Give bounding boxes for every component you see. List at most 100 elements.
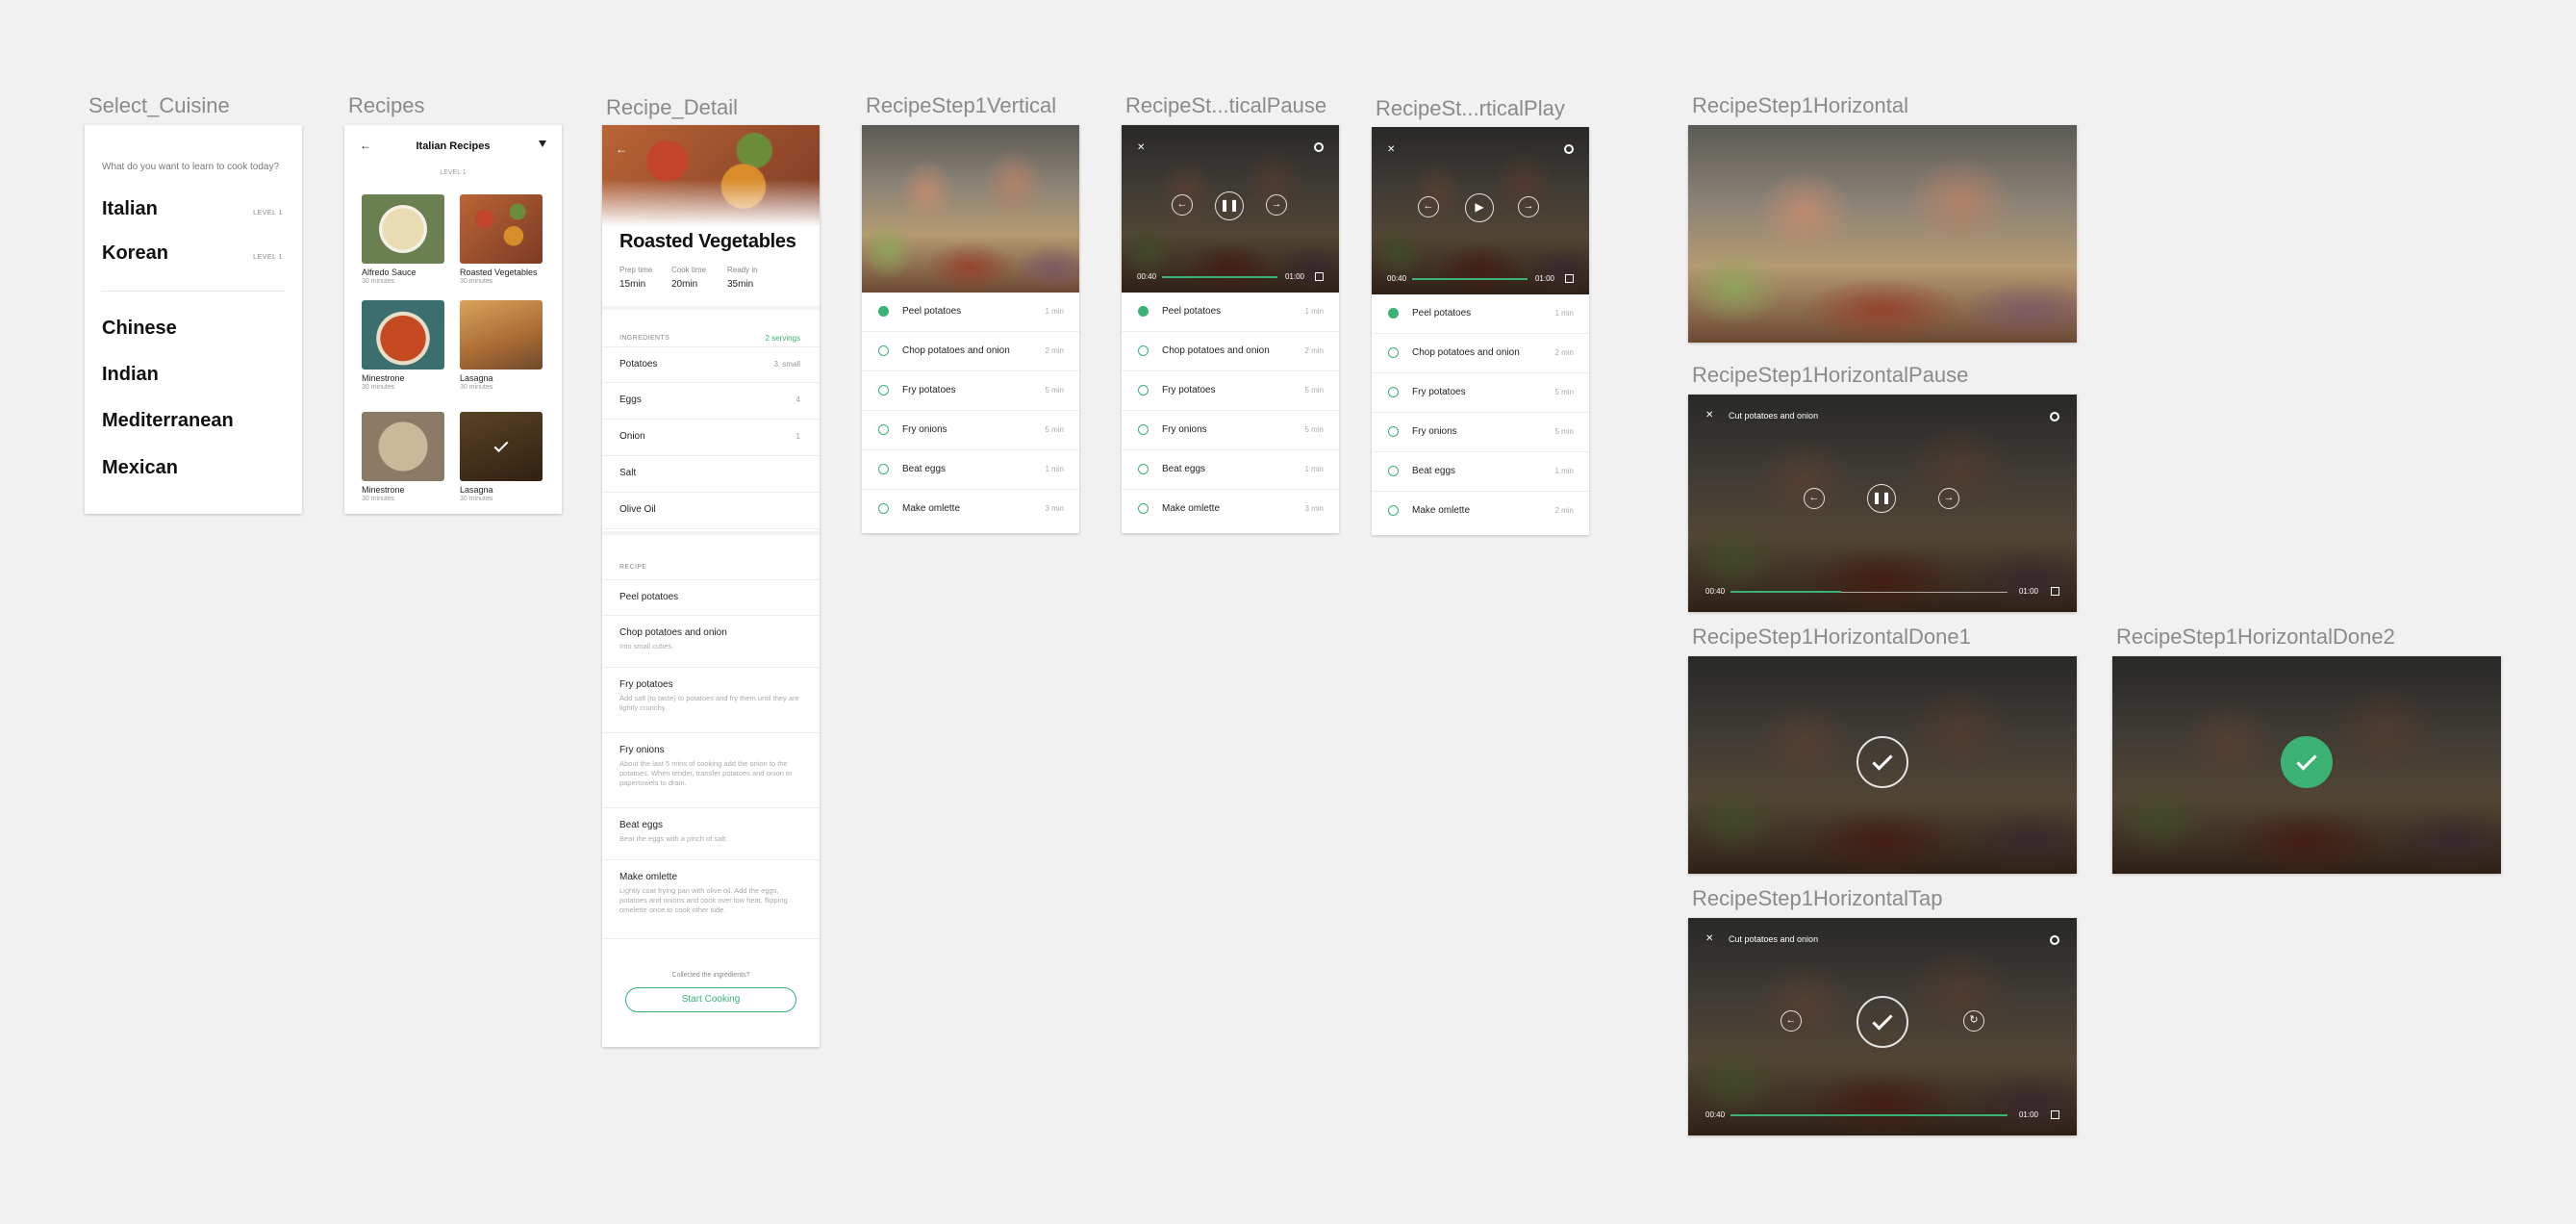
artboard-label: RecipeStep1Horizontal bbox=[1692, 93, 1909, 117]
cuisine-korean[interactable]: Korean bbox=[102, 242, 168, 265]
complete-step-button[interactable] bbox=[1856, 996, 1908, 1048]
step-time: 3 min bbox=[1045, 504, 1064, 513]
step-horizontal-done1-screen bbox=[1688, 656, 2077, 874]
step-row[interactable]: Beat eggs 1 min bbox=[1122, 450, 1339, 490]
artboard-step-horizontal-done2: RecipeStep1HorizontalDone2 bbox=[2112, 625, 2501, 874]
step-name: Chop potatoes and onion bbox=[1162, 345, 1270, 356]
step-description: About the last 5 mins of cooking add the… bbox=[619, 759, 793, 787]
fullscreen-icon[interactable] bbox=[1315, 272, 1324, 281]
video-frame[interactable] bbox=[862, 125, 1079, 293]
step-row[interactable]: Peel potatoes 1 min bbox=[1122, 293, 1339, 332]
start-cooking-button[interactable]: Start Cooking bbox=[625, 987, 796, 1012]
artboard-label: RecipeStep1HorizontalDone1 bbox=[1692, 625, 1971, 649]
step-row[interactable]: Fry potatoes 5 min bbox=[1372, 373, 1589, 413]
pause-icon[interactable]: ❚❚ bbox=[1867, 484, 1896, 513]
total-time: 01:00 bbox=[1534, 274, 1554, 283]
step-row[interactable]: Peel potatoes 1 min bbox=[1372, 294, 1589, 334]
artboard-step-horizontal-pause: RecipeStep1HorizontalPause ✕ Cut potatoe… bbox=[1688, 363, 2077, 612]
fullscreen-icon[interactable] bbox=[2051, 587, 2059, 596]
recipe-card[interactable]: Lasagna 30 minutes bbox=[460, 300, 543, 391]
complete-step-button[interactable] bbox=[1856, 736, 1908, 788]
close-icon[interactable]: ✕ bbox=[1705, 933, 1713, 944]
close-icon[interactable]: ✕ bbox=[1705, 410, 1713, 421]
step-row[interactable]: Beat eggs 1 min bbox=[1372, 452, 1589, 492]
step-row[interactable]: Make omlette 3 min bbox=[1122, 490, 1339, 529]
step-row[interactable]: Fry onions 5 min bbox=[1122, 411, 1339, 450]
step-row[interactable]: Peel potatoes 1 min bbox=[862, 293, 1079, 332]
recipe-step: Peel potatoes bbox=[602, 579, 820, 616]
step-row[interactable]: Fry onions 5 min bbox=[862, 411, 1079, 450]
step-row[interactable]: Chop potatoes and onion 2 min bbox=[1122, 332, 1339, 371]
arrow-right-icon[interactable]: → bbox=[1938, 488, 1959, 509]
gear-icon[interactable] bbox=[2050, 935, 2059, 945]
replay-icon[interactable]: ↻ bbox=[1963, 1010, 1984, 1032]
cuisine-mexican[interactable]: Mexican bbox=[102, 457, 178, 479]
step-name: Fry onions bbox=[1162, 424, 1207, 435]
step-row[interactable]: Chop potatoes and onion 2 min bbox=[862, 332, 1079, 371]
total-time: 01:00 bbox=[2018, 587, 2038, 596]
recipe-image bbox=[362, 412, 444, 481]
step-complete-badge bbox=[2281, 736, 2333, 788]
step-name: Fry onions bbox=[1412, 426, 1457, 437]
step-status-icon bbox=[878, 385, 889, 395]
arrow-right-icon[interactable]: → bbox=[1266, 194, 1287, 216]
elapsed-time: 00:40 bbox=[1705, 1110, 1726, 1119]
step-row[interactable]: Make omlette 2 min bbox=[1372, 492, 1589, 531]
arrow-left-icon[interactable]: ← bbox=[1172, 194, 1193, 216]
step-description: Add salt (to taste) to potatoes and fry … bbox=[619, 694, 799, 712]
close-icon[interactable]: ✕ bbox=[1137, 142, 1145, 153]
step-status-icon bbox=[1388, 387, 1399, 397]
back-arrow-icon[interactable]: ← bbox=[616, 142, 627, 156]
step-row[interactable]: Beat eggs 1 min bbox=[862, 450, 1079, 490]
fullscreen-icon[interactable] bbox=[2051, 1110, 2059, 1119]
recipe-card[interactable]: Minestrone 30 minutes bbox=[362, 300, 444, 391]
servings-selector[interactable]: 2 servings bbox=[766, 334, 800, 343]
arrow-left-icon[interactable]: ← bbox=[1780, 1010, 1802, 1032]
gear-icon[interactable] bbox=[2050, 412, 2059, 421]
cuisine-chinese[interactable]: Chinese bbox=[102, 318, 177, 340]
elapsed-time: 00:40 bbox=[1137, 272, 1157, 281]
step-row[interactable]: Fry onions 5 min bbox=[1372, 413, 1589, 452]
step-row[interactable]: Fry potatoes 5 min bbox=[1122, 371, 1339, 411]
arrow-left-icon[interactable]: ← bbox=[1804, 488, 1825, 509]
ready-in-value: 35min bbox=[727, 279, 754, 290]
ingredient-qty: 4 bbox=[796, 395, 800, 404]
recipe-card[interactable]: Roasted Vegetables 30 minutes bbox=[460, 194, 543, 285]
prep-time-value: 15min bbox=[619, 279, 646, 290]
arrow-left-icon[interactable]: ← bbox=[1418, 196, 1439, 217]
step-status-icon bbox=[1388, 308, 1399, 319]
cuisine-mediterranean[interactable]: Mediterranean bbox=[102, 410, 234, 432]
artboard-step-horizontal: RecipeStep1Horizontal bbox=[1688, 93, 2077, 343]
video-frame[interactable] bbox=[1688, 125, 2077, 343]
pause-icon[interactable]: ❚❚ bbox=[1215, 191, 1244, 220]
step-row[interactable]: Chop potatoes and onion 2 min bbox=[1372, 334, 1589, 373]
level-badge: LEVEL 1 bbox=[253, 210, 283, 217]
step-row[interactable]: Fry potatoes 5 min bbox=[862, 371, 1079, 411]
recipes-level: LEVEL 1 bbox=[440, 169, 467, 176]
step-time: 5 min bbox=[1554, 427, 1574, 436]
recipe-detail-screen: ← Roasted Vegetables Prep time 15min Coo… bbox=[602, 125, 820, 1047]
gear-icon[interactable] bbox=[1314, 142, 1324, 152]
recipe-card[interactable]: Lasagna 30 minutes bbox=[460, 412, 543, 502]
play-icon[interactable]: ▶ bbox=[1465, 193, 1494, 222]
recipe-card[interactable]: Alfredo Sauce 30 minutes bbox=[362, 194, 444, 285]
arrow-right-icon[interactable]: → bbox=[1518, 196, 1539, 217]
progress-fill bbox=[1730, 1114, 2008, 1116]
cuisine-italian[interactable]: Italian bbox=[102, 198, 158, 220]
recipe-card[interactable]: Minestrone 30 minutes bbox=[362, 412, 444, 502]
step-time: 2 min bbox=[1554, 348, 1574, 357]
step-status-icon bbox=[1138, 385, 1149, 395]
close-icon[interactable]: ✕ bbox=[1387, 144, 1395, 155]
step-row[interactable]: Make omlette 3 min bbox=[862, 490, 1079, 529]
total-time: 01:00 bbox=[2018, 1110, 2038, 1119]
elapsed-time: 00:40 bbox=[1387, 274, 1407, 283]
step-name: Make omlette bbox=[1412, 505, 1471, 516]
step-status-icon bbox=[1138, 503, 1149, 514]
filter-icon[interactable] bbox=[539, 140, 546, 147]
fullscreen-icon[interactable] bbox=[1565, 274, 1574, 283]
step-time: 2 min bbox=[1045, 346, 1064, 355]
recipe-step: Fry potatoes Add salt (to taste) to pota… bbox=[602, 668, 820, 733]
step-status-icon bbox=[1388, 347, 1399, 358]
cuisine-indian[interactable]: Indian bbox=[102, 364, 159, 386]
gear-icon[interactable] bbox=[1564, 144, 1574, 154]
